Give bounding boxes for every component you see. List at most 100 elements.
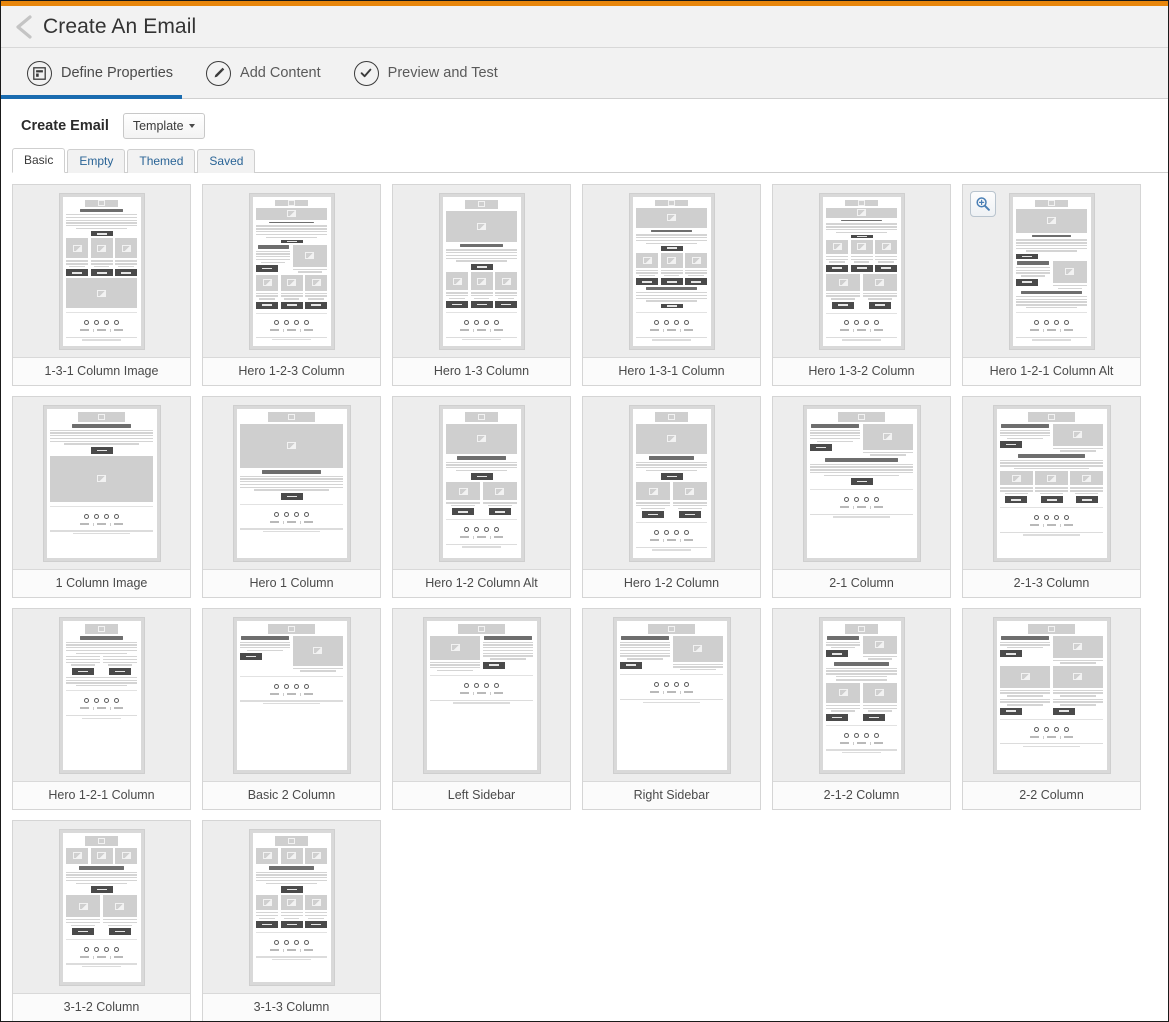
thumb-column (292, 244, 327, 273)
thumb-paragraph (280, 292, 303, 300)
thumb-image-placeholder (305, 847, 327, 864)
template-card[interactable]: 2-1 Column (772, 396, 951, 598)
thumb-image-placeholder (470, 272, 493, 291)
wizard-step-define-properties[interactable]: Define Properties (0, 48, 190, 99)
template-thumbnail (818, 192, 905, 350)
template-card[interactable]: Hero 1-3-2 Column (772, 184, 951, 386)
thumb-divider (240, 503, 343, 505)
thumb-button (1000, 707, 1022, 715)
thumb-column (66, 895, 101, 935)
thumb-row (240, 635, 343, 672)
template-card[interactable]: 1-3-1 Column Image (12, 184, 191, 386)
thumb-paragraph (446, 249, 517, 262)
thumb-heading (1020, 290, 1083, 294)
thumb-column (1070, 471, 1104, 504)
thumb-footer-links (1016, 329, 1087, 334)
template-card-label: Left Sidebar (393, 781, 570, 809)
thumb-heading (1017, 453, 1086, 458)
thumb-image-placeholder (66, 278, 137, 309)
template-card[interactable]: Hero 1 Column (202, 396, 381, 598)
thumb-paragraph (1000, 487, 1033, 495)
template-card-label: Hero 1-2-3 Column (203, 357, 380, 385)
thumb-footer-text (1016, 336, 1087, 341)
thumb-column (672, 635, 723, 671)
template-card[interactable]: 2-1-3 Column (962, 396, 1141, 598)
thumb-footer-links (810, 506, 913, 511)
thumb-button (90, 446, 113, 454)
template-card[interactable]: Basic 2 Column (202, 608, 381, 810)
thumb-column (826, 273, 861, 309)
thumb-button (280, 301, 303, 309)
thumb-button (72, 927, 95, 935)
template-card[interactable]: 2-2 Column (962, 608, 1141, 810)
thumb-column (1000, 635, 1051, 664)
template-card[interactable]: Left Sidebar (392, 608, 571, 810)
thumb-button (66, 269, 88, 277)
thumb-divider (636, 522, 707, 524)
template-thumbnail-area (13, 821, 190, 993)
wizard-step-add-content[interactable]: Add Content (206, 48, 338, 98)
thumb-button (240, 653, 262, 661)
thumb-button (660, 473, 683, 481)
template-card[interactable]: Right Sidebar (582, 608, 761, 810)
thumb-image-placeholder (256, 274, 278, 291)
thumb-footer-text (66, 714, 137, 719)
thumb-social-icons (66, 317, 137, 327)
thumb-row (256, 274, 327, 309)
tab-empty[interactable]: Empty (67, 149, 126, 173)
template-thumbnail-area (393, 609, 570, 781)
template-card[interactable]: Hero 1-2-3 Column (202, 184, 381, 386)
layout-panel-icon (27, 60, 52, 86)
thumb-image-placeholder (102, 895, 137, 918)
template-card[interactable]: 3-1-2 Column (12, 820, 191, 1021)
tab-basic[interactable]: Basic (12, 148, 66, 173)
template-thumbnail-inner (236, 408, 347, 558)
thumb-column (292, 635, 343, 672)
thumb-divider (66, 312, 137, 314)
thumb-column (482, 482, 517, 516)
thumb-image-placeholder (672, 635, 723, 662)
template-card[interactable]: Hero 1-2 Column Alt (392, 396, 571, 598)
thumb-paragraph (102, 656, 137, 666)
template-card[interactable]: 2-1-2 Column (772, 608, 951, 810)
template-card[interactable]: 3-1-3 Column (202, 820, 381, 1021)
template-thumbnail (232, 616, 351, 774)
thumb-paragraph (115, 260, 137, 268)
thumb-row (826, 273, 897, 309)
template-card[interactable]: Hero 1-2-1 Column (12, 608, 191, 810)
template-thumbnail-inner (632, 196, 711, 346)
thumb-image-placeholder (292, 635, 343, 666)
tab-saved[interactable]: Saved (197, 149, 256, 173)
thumb-paragraph (1000, 641, 1051, 649)
template-thumbnail (1008, 192, 1095, 350)
thumb-column (240, 635, 291, 672)
magnifier-plus-icon[interactable] (970, 191, 996, 217)
thumb-paragraph (305, 292, 327, 300)
template-card[interactable]: Hero 1-3-1 Column (582, 184, 761, 386)
template-thumbnail-area (203, 609, 380, 781)
thumb-footer-links (826, 741, 897, 747)
thumb-social-icons (66, 944, 137, 954)
thumb-button (868, 301, 891, 309)
wizard-step-preview-and-test[interactable]: Preview and Test (353, 48, 515, 98)
thumb-button (1016, 253, 1038, 259)
thumb-image-placeholder (1000, 665, 1051, 688)
tab-themed[interactable]: Themed (127, 149, 196, 173)
template-card[interactable]: Hero 1-3 Column (392, 184, 571, 386)
thumb-heading (80, 208, 123, 212)
chevron-down-icon (188, 124, 195, 128)
template-card[interactable]: Hero 1-2 Column (582, 396, 761, 598)
thumb-button (660, 278, 683, 286)
thumb-button (810, 444, 832, 452)
template-card[interactable]: 1 Column Image (12, 396, 191, 598)
thumb-button (256, 265, 278, 273)
thumb-paragraph (66, 676, 137, 687)
template-card[interactable]: Hero 1-2-1 Column Alt (962, 184, 1141, 386)
thumb-image-placeholder (826, 273, 861, 291)
template-card-label: Hero 1-3 Column (393, 357, 570, 385)
thumb-divider (636, 312, 707, 314)
thumb-button (108, 667, 131, 675)
thumb-paragraph (1052, 698, 1103, 706)
template-dropdown-button[interactable]: Template (122, 113, 205, 139)
back-chevron-icon[interactable] (11, 12, 37, 42)
